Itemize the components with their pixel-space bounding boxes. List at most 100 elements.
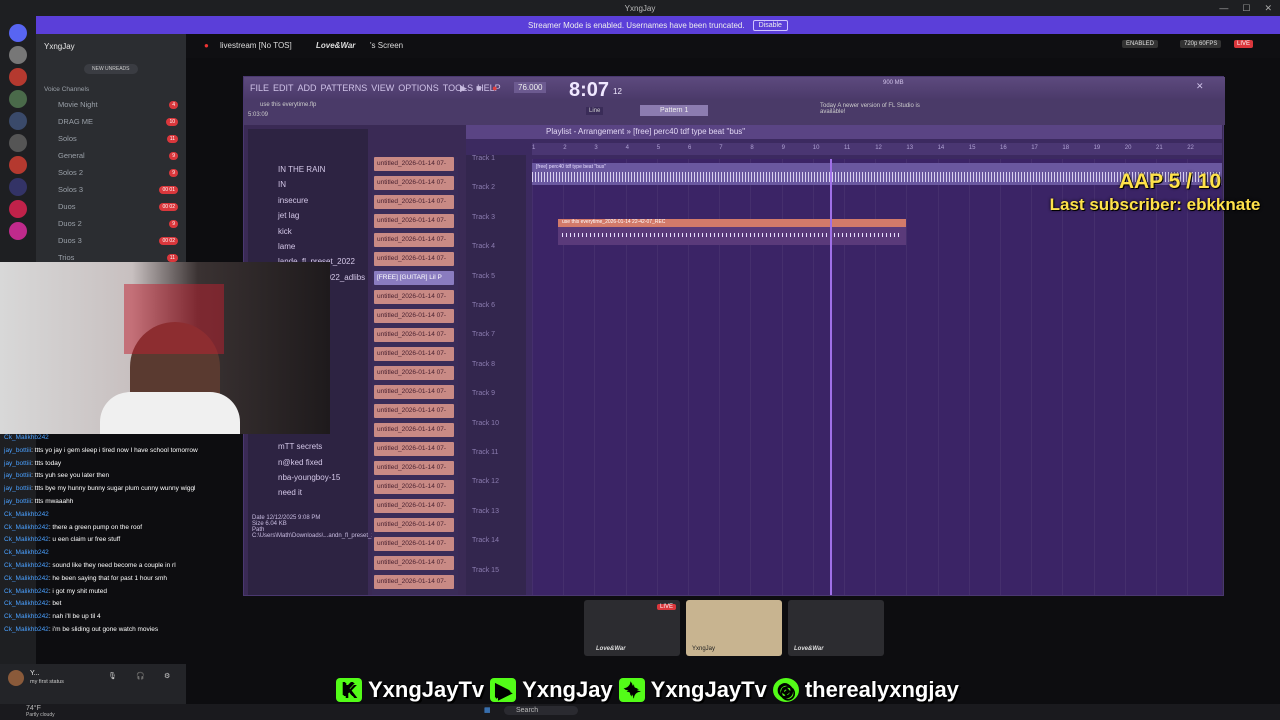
track-header[interactable]: Track 13 (472, 508, 499, 515)
menu-view[interactable]: VIEW (371, 83, 394, 93)
browser-item[interactable]: IN (278, 180, 286, 189)
browser-item[interactable]: insecure (278, 196, 308, 205)
track-header[interactable]: Track 4 (472, 243, 495, 250)
menu-edit[interactable]: EDIT (273, 83, 294, 93)
track-header[interactable]: Track 7 (472, 331, 495, 338)
disable-button[interactable]: Disable (752, 19, 788, 31)
track-header[interactable]: Track 5 (472, 273, 495, 280)
channel-item[interactable]: General (58, 151, 85, 160)
pattern-item[interactable]: untitled_2026-01-14 07- (374, 309, 454, 323)
server-icon[interactable] (9, 68, 27, 86)
channel-item[interactable]: Duos (58, 202, 76, 211)
pattern-item[interactable]: untitled_2026-01-14 07- (374, 404, 454, 418)
pattern-item[interactable]: untitled_2026-01-14 07- (374, 214, 454, 228)
menu-tools[interactable]: TOOLS (443, 83, 473, 93)
channel-item[interactable]: Trios (58, 253, 74, 262)
playhead[interactable] (830, 159, 832, 595)
browser-item[interactable]: n@ked fixed (278, 458, 323, 467)
arrangement-grid[interactable]: [free] perc40 tdf type beat "bus" use th… (532, 159, 1222, 595)
browser-item[interactable]: jet lag (278, 211, 299, 220)
browser-item[interactable]: need it (278, 488, 302, 497)
browser-item[interactable]: nba-youngboy-15 (278, 473, 340, 482)
maximize-icon[interactable]: ☐ (1242, 3, 1250, 14)
server-name[interactable]: YxngJay (44, 42, 75, 51)
stop-button[interactable]: ■ (476, 83, 481, 93)
pattern-item[interactable]: untitled_2026-01-14 07- (374, 328, 454, 342)
voice-channels-header[interactable]: Voice Channels (44, 86, 89, 93)
search-box[interactable]: Search (504, 706, 579, 715)
track-header[interactable]: Track 1 (472, 155, 495, 162)
browser-item[interactable]: IN THE RAIN (278, 165, 325, 174)
tempo-display[interactable]: 76.000 (514, 82, 547, 93)
pattern-item[interactable]: untitled_2026-01-14 07- (374, 518, 454, 532)
track-header[interactable]: Track 8 (472, 361, 495, 368)
channel-item[interactable]: Solos 3 (58, 185, 83, 194)
video-tile-2[interactable]: YxngJay (686, 600, 782, 656)
server-icon[interactable] (9, 200, 27, 218)
pattern-item[interactable]: untitled_2026-01-14 07- (374, 157, 454, 171)
server-icon[interactable] (9, 90, 27, 108)
track-header[interactable]: Track 3 (472, 214, 495, 221)
close-icon[interactable]: ✕ (1264, 3, 1272, 14)
pattern-item[interactable]: untitled_2026-01-14 07- (374, 347, 454, 361)
news-panel[interactable]: Today A newer version of FL Studio is av… (820, 103, 940, 115)
channel-item[interactable]: DRAG ME (58, 117, 93, 126)
new-unreads-badge[interactable]: NEW UNREADS (84, 64, 138, 74)
channel-item[interactable]: Duos 2 (58, 219, 82, 228)
track-header[interactable]: Track 11 (472, 449, 498, 456)
track-header[interactable]: Track 14 (472, 537, 499, 544)
track-header[interactable]: Track 6 (472, 302, 495, 309)
channel-item[interactable]: Solos (58, 134, 77, 143)
browser-item[interactable]: kick (278, 227, 292, 236)
pattern-item[interactable]: untitled_2026-01-14 07- (374, 176, 454, 190)
clip-track-3[interactable]: use this everytime_2026-01-14 22-42-07_R… (558, 219, 906, 245)
track-header[interactable]: Track 15 (472, 567, 499, 574)
pattern-item[interactable]: untitled_2026-01-14 07- (374, 423, 454, 437)
pattern-selector[interactable]: Pattern 1 (640, 105, 709, 116)
video-tile-1[interactable]: LIVE Love&War (584, 600, 680, 656)
channel-item[interactable]: Solos 2 (58, 168, 83, 177)
menu-add[interactable]: ADD (298, 83, 317, 93)
menu-options[interactable]: OPTIONS (398, 83, 439, 93)
server-icon[interactable] (9, 178, 27, 196)
channel-item[interactable]: Duos 3 (58, 236, 82, 245)
browser-item[interactable]: mTT secrets (278, 442, 322, 451)
browser-item[interactable]: lame (278, 242, 295, 251)
server-icon[interactable] (9, 46, 27, 64)
gear-icon[interactable]: ⚙ (164, 672, 170, 680)
pattern-item[interactable]: untitled_2026-01-14 07- (374, 252, 454, 266)
pattern-item[interactable]: untitled_2026-01-14 07- (374, 480, 454, 494)
channel-item[interactable]: Movie Night (58, 100, 98, 109)
home-icon[interactable] (9, 24, 27, 42)
pattern-item[interactable]: untitled_2026-01-14 07- (374, 575, 454, 589)
pattern-item[interactable]: untitled_2026-01-14 07- (374, 290, 454, 304)
pattern-item[interactable]: untitled_2026-01-14 07- (374, 556, 454, 570)
server-icon[interactable] (9, 134, 27, 152)
headphones-icon[interactable]: 🎧 (136, 672, 145, 680)
pattern-item[interactable]: untitled_2026-01-14 07- (374, 537, 454, 551)
menu-file[interactable]: FILE (250, 83, 269, 93)
avatar[interactable] (8, 670, 24, 686)
track-header[interactable]: Track 9 (472, 390, 495, 397)
pattern-item[interactable]: untitled_2026-01-14 07- (374, 385, 454, 399)
server-icon[interactable] (9, 222, 27, 240)
pattern-item[interactable]: untitled_2026-01-14 07- (374, 195, 454, 209)
video-tile-3[interactable]: Love&War (788, 600, 884, 656)
track-header[interactable]: Track 10 (472, 420, 499, 427)
pattern-item[interactable]: untitled_2026-01-14 07- (374, 499, 454, 513)
snap-mode[interactable]: Line (586, 107, 604, 115)
pattern-item[interactable]: untitled_2026-01-14 07- (374, 366, 454, 380)
track-header[interactable]: Track 2 (472, 184, 495, 191)
pattern-item[interactable]: untitled_2026-01-14 07- (374, 233, 454, 247)
fl-close-icon[interactable]: ✕ (1196, 81, 1204, 92)
mic-icon[interactable]: 🎙 (108, 672, 117, 680)
play-button[interactable]: ▶ (460, 83, 467, 94)
pattern-item[interactable]: [FREE] [GUITAR] Lil P (374, 271, 454, 285)
server-icon[interactable] (9, 112, 27, 130)
record-button[interactable]: ● (492, 83, 497, 93)
pattern-item[interactable]: untitled_2026-01-14 07- (374, 442, 454, 456)
track-header[interactable]: Track 12 (472, 478, 499, 485)
windows-icon[interactable]: ▦ (484, 706, 491, 714)
server-icon[interactable] (9, 156, 27, 174)
pattern-item[interactable]: untitled_2026-01-14 07- (374, 461, 454, 475)
